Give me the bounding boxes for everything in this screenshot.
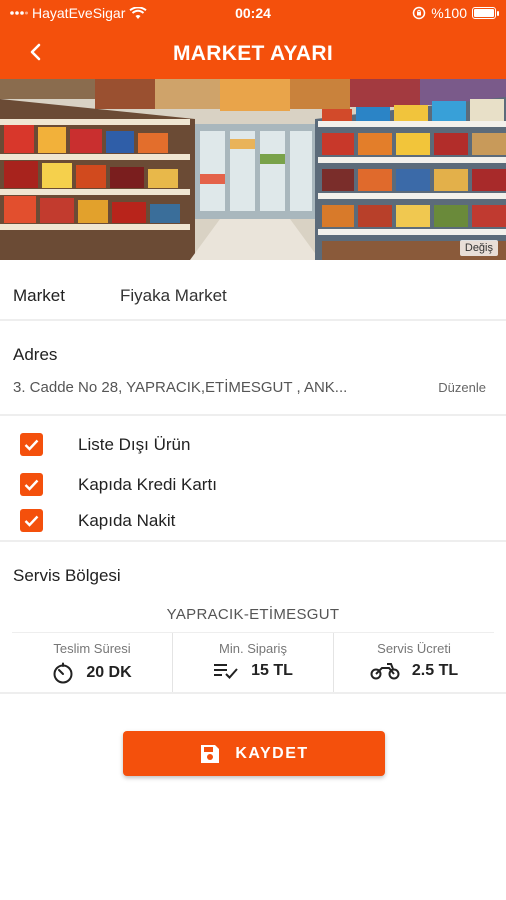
option-kapida-nakit[interactable]: Kapıda Nakit — [20, 509, 175, 532]
check-icon — [24, 479, 39, 491]
market-name-row: Market Fiyaka Market — [13, 283, 493, 309]
service-stats: Teslim Süresi 20 DK Min. Sipariş 15 TL S… — [12, 632, 494, 692]
stat-title: Servis Ücreti — [377, 641, 451, 656]
stat-title: Min. Sipariş — [219, 641, 287, 656]
stat-value: 20 DK — [86, 664, 132, 681]
orientation-lock-icon — [412, 6, 426, 20]
motorcycle-icon — [370, 663, 400, 680]
app-header: HayatEveSigar 00:24 %100 MARKET AYARI — [0, 0, 506, 79]
stat-value: 2.5 TL — [411, 662, 459, 679]
check-icon — [24, 439, 39, 451]
option-label: Liste Dışı Ürün — [78, 434, 191, 454]
divider — [0, 540, 506, 542]
battery-icon — [472, 7, 499, 19]
option-label: Kapıda Nakit — [78, 510, 176, 530]
change-photo-button[interactable]: Değiş — [459, 240, 498, 256]
market-name: Fiyaka Market — [120, 286, 227, 305]
page-title: MARKET AYARI — [173, 42, 333, 65]
app-bar: MARKET AYARI — [0, 28, 506, 79]
divider — [0, 692, 506, 694]
checkbox-checked[interactable] — [20, 509, 43, 532]
market-label: Market — [13, 286, 65, 305]
stat-title: Teslim Süresi — [53, 641, 131, 656]
option-liste-disi-urun[interactable]: Liste Dışı Ürün — [20, 433, 190, 456]
stat-min-order: Min. Sipariş 15 TL — [172, 633, 333, 692]
check-icon — [24, 515, 39, 527]
stat-service-fee: Servis Ücreti 2.5 TL — [333, 633, 494, 692]
timer-icon — [53, 662, 73, 684]
status-bar: HayatEveSigar 00:24 %100 — [0, 0, 506, 28]
option-kapida-kredi-karti[interactable]: Kapıda Kredi Kartı — [20, 473, 217, 496]
market-banner-image: Değiş — [0, 79, 506, 260]
save-label: KAYDET — [235, 744, 309, 762]
stat-delivery-time: Teslim Süresi 20 DK — [12, 633, 172, 692]
address-label: Adres — [13, 345, 58, 364]
save-button[interactable]: KAYDET — [123, 731, 385, 776]
save-icon — [201, 744, 220, 763]
checkbox-checked[interactable] — [20, 473, 43, 496]
battery-percent: %100 — [431, 5, 467, 21]
list-check-icon — [214, 664, 238, 679]
option-label: Kapıda Kredi Kartı — [78, 474, 217, 494]
divider — [0, 319, 506, 321]
service-region: YAPRACIK-ETİMESGUT — [166, 606, 340, 623]
edit-address-button[interactable]: Düzenle — [438, 380, 486, 395]
service-area-label: Servis Bölgesi — [13, 566, 121, 585]
address-value: 3. Cadde No 28, YAPRACIK,ETİMESGUT , ANK… — [13, 379, 348, 396]
divider — [0, 414, 506, 416]
checkbox-checked[interactable] — [20, 433, 43, 456]
stat-value: 15 TL — [251, 662, 293, 679]
